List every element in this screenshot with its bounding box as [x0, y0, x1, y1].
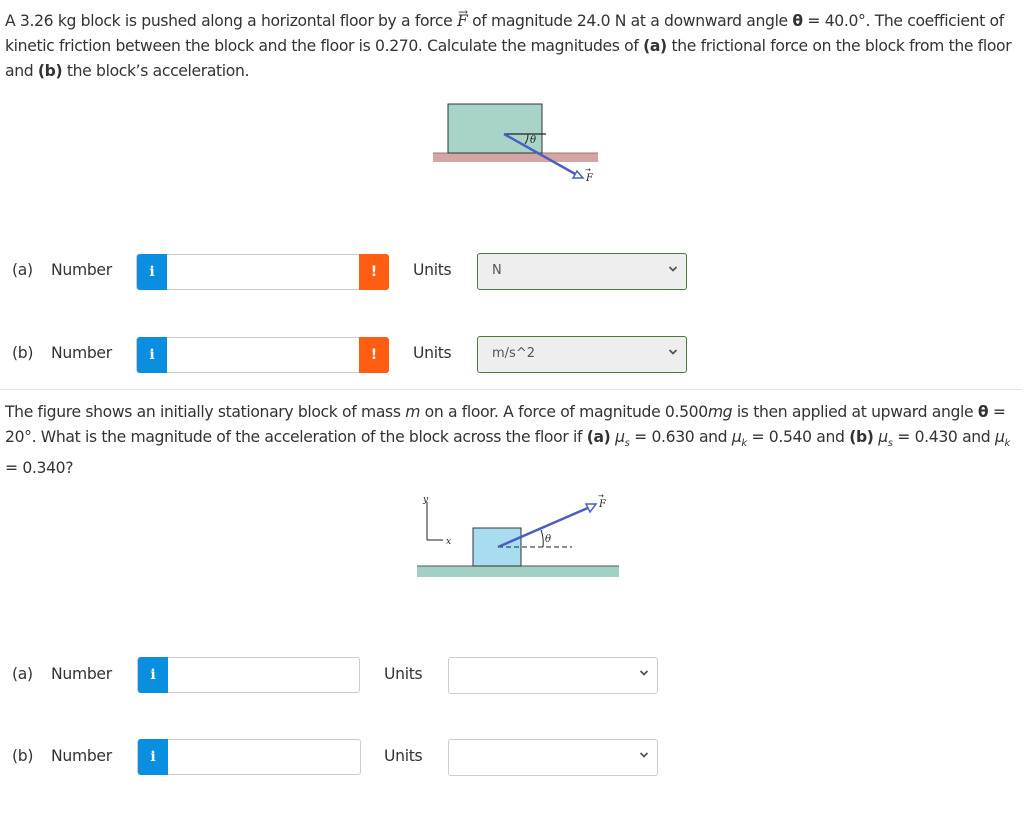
units-select[interactable] — [448, 657, 658, 694]
force-arrowhead-icon — [571, 169, 585, 179]
q1-text-part: of magnitude 24.0 N at a downward angle — [467, 12, 793, 30]
part-b-marker: (b) — [849, 428, 874, 446]
force-label: F — [598, 499, 607, 510]
number-field: i — [137, 739, 361, 775]
warning-icon[interactable]: ! — [359, 337, 389, 373]
q1-text-part: A 3.26 kg block is pushed along a horizo… — [5, 12, 457, 30]
figure-block-pushed-down: θ F → — [433, 103, 598, 184]
force-arrowhead-icon — [584, 503, 598, 514]
units-label: Units — [413, 344, 452, 362]
chevron-down-icon — [668, 266, 678, 272]
figure-block-pulled-up: y x θ F → — [417, 492, 619, 577]
question-2-text: The figure shows an initially stationary… — [5, 400, 1027, 481]
floor — [417, 566, 619, 577]
number-field: i ! — [136, 254, 389, 290]
warning-icon[interactable]: ! — [359, 254, 389, 290]
force-label-arrow: → — [585, 166, 591, 174]
info-icon[interactable]: i — [138, 657, 168, 693]
number-field: i — [137, 657, 360, 693]
units-label: Units — [384, 665, 423, 683]
chevron-down-icon — [668, 349, 678, 355]
force-label: F — [585, 173, 594, 184]
number-label: Number — [51, 665, 112, 683]
mu-symbol: μ — [878, 428, 888, 446]
mu-subscript: k — [1004, 438, 1011, 450]
part-label: (a) — [12, 261, 33, 279]
angle-label: θ — [530, 135, 536, 146]
mg-symbol: mg — [707, 403, 733, 421]
mu-symbol: μ — [731, 428, 742, 446]
info-icon[interactable]: i — [138, 739, 168, 775]
units-label: Units — [384, 747, 423, 765]
block — [472, 527, 522, 567]
units-selected-value: N — [492, 263, 502, 278]
number-input[interactable] — [168, 255, 358, 289]
vector-arrow-icon: → — [457, 5, 468, 19]
chevron-down-icon — [639, 752, 649, 758]
q2-text-part: on a floor. A force of magnitude 0.500 — [420, 403, 709, 421]
y-axis-label: y — [422, 495, 429, 505]
q2-text-part: is then applied at upward angle — [732, 403, 978, 421]
number-field: i ! — [136, 337, 389, 373]
number-label: Number — [51, 261, 112, 279]
part-a-marker: (a) — [643, 37, 667, 55]
units-select[interactable] — [448, 739, 658, 776]
part-a-marker: (a) — [586, 428, 611, 446]
force-label-arrow: → — [598, 492, 604, 500]
units-select[interactable]: m/s^2 — [477, 336, 687, 373]
number-label: Number — [51, 747, 112, 765]
theta-symbol: θ — [792, 12, 803, 30]
x-axis-label: x — [446, 537, 451, 547]
theta-symbol: θ — [977, 403, 989, 421]
chevron-down-icon — [639, 670, 649, 676]
q2-text-part: = 0.430 and — [892, 428, 995, 446]
number-input[interactable] — [168, 338, 358, 372]
angle-label: θ — [545, 534, 551, 545]
info-icon[interactable]: i — [137, 337, 167, 373]
number-label: Number — [51, 344, 112, 362]
q2-text-part: = 0.540 and — [746, 428, 850, 446]
block — [447, 103, 543, 154]
q2-text-part: = 0.340? — [5, 459, 74, 478]
q2-text-part: The figure shows an initially stationary… — [5, 403, 406, 421]
floor — [433, 153, 598, 162]
q1-answer-row-b: (b) Number i ! Units m/s^2 — [0, 336, 700, 374]
number-input[interactable] — [169, 658, 359, 692]
units-select[interactable]: N — [477, 253, 687, 290]
units-selected-value: m/s^2 — [492, 346, 535, 361]
q1-text-part: the block’s acceleration. — [62, 62, 250, 80]
force-arrow — [497, 505, 591, 549]
question-divider — [0, 389, 1022, 390]
question-1-text: A 3.26 kg block is pushed along a horizo… — [5, 5, 1027, 84]
part-label: (a) — [12, 665, 33, 683]
mu-symbol: μ — [994, 428, 1005, 446]
angle-arc — [540, 529, 544, 548]
info-icon[interactable]: i — [137, 254, 167, 290]
q1-answer-row-a: (a) Number i ! Units N — [0, 253, 700, 291]
force-vector-symbol: → F — [457, 5, 468, 34]
units-label: Units — [413, 261, 452, 279]
q2-answer-row-a: (a) Number i Units — [0, 656, 680, 694]
mass-symbol: m — [405, 403, 421, 421]
q2-text-part: = 0.630 and — [629, 428, 732, 446]
q2-answer-row-b: (b) Number i Units — [0, 738, 680, 776]
part-label: (b) — [12, 344, 34, 362]
part-label: (b) — [12, 747, 34, 765]
mu-symbol: μ — [615, 428, 625, 446]
number-input[interactable] — [169, 740, 359, 774]
part-b-marker: (b) — [37, 62, 63, 80]
